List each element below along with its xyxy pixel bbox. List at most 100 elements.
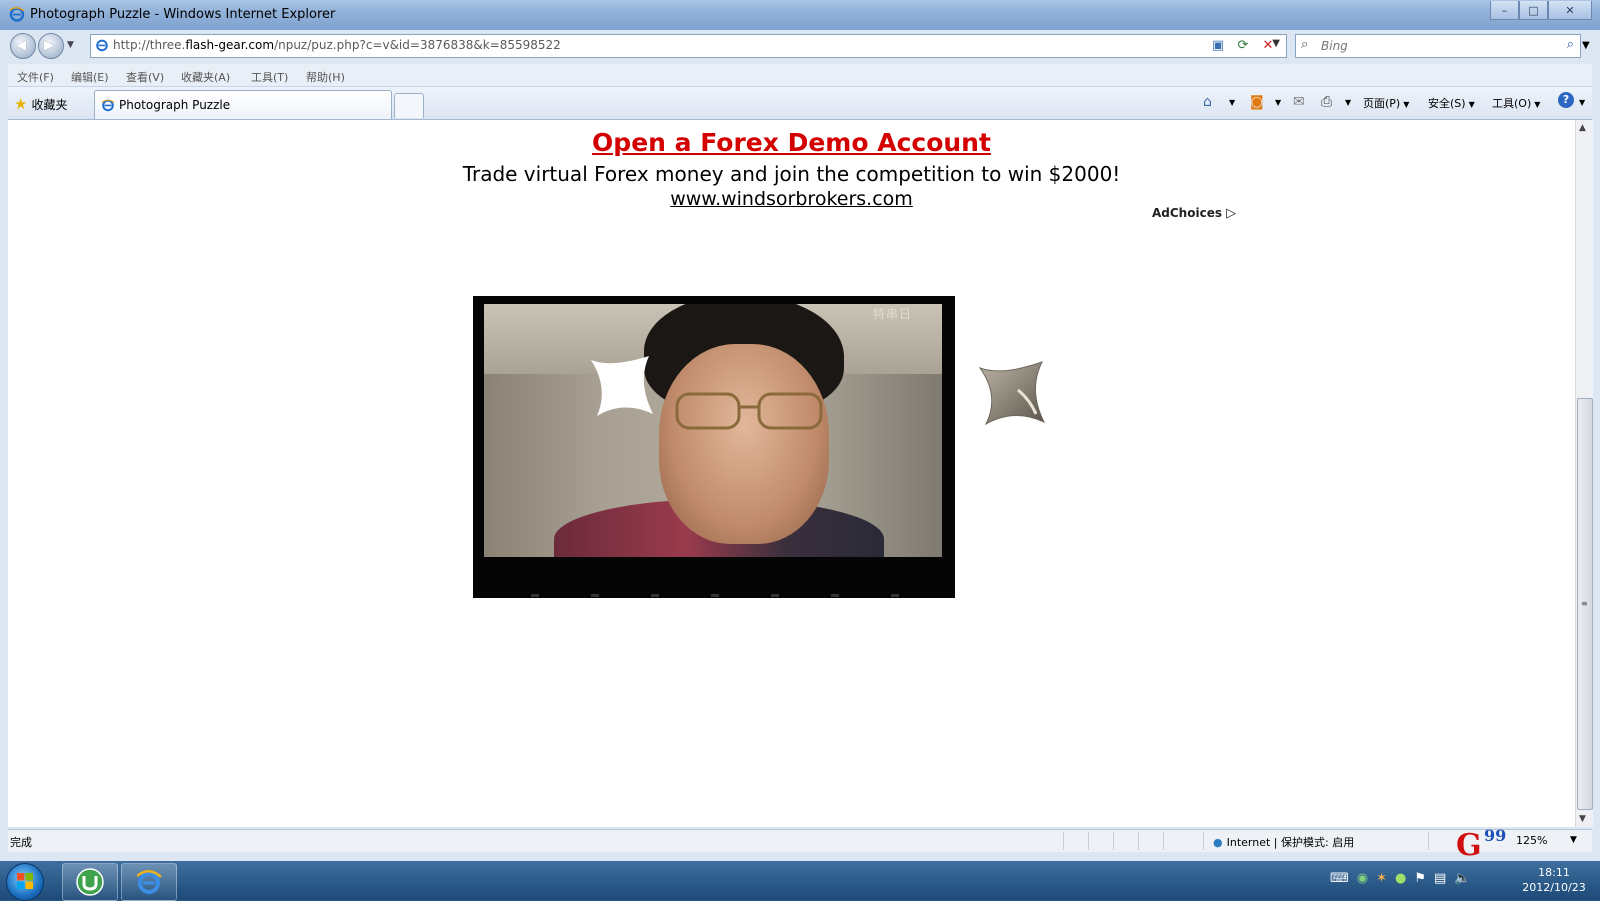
scroll-up-arrow-icon[interactable]: ▲ <box>1579 123 1586 133</box>
tray-app-icon[interactable]: ● <box>1395 871 1406 886</box>
url-prefix: http://three. <box>113 38 186 52</box>
status-bar: 完成 ● Internet | 保护模式: 启用 125% ▼ <box>8 829 1592 852</box>
tools-menu-button[interactable]: 工具(O) ▼ <box>1492 95 1540 111</box>
taskbar: ⌨ ◉ ✶ ● ⚑ ▤ 🔈 18:11 2012/10/23 <box>0 861 1600 901</box>
read-mail-icon[interactable]: ✉ <box>1293 94 1305 110</box>
tab-ie-icon <box>101 99 115 112</box>
network-icon[interactable]: ▤ <box>1434 871 1446 886</box>
zone-label: Internet | 保护模式: 启用 <box>1226 836 1355 849</box>
search-placeholder: Bing <box>1321 39 1348 53</box>
feeds-icon[interactable]: ◙ <box>1250 94 1264 110</box>
back-button[interactable]: ◀ <box>10 33 36 59</box>
ad-title-link[interactable]: Open a Forex Demo Account <box>8 128 1575 157</box>
puzzle-board[interactable]: 特串日 <box>473 296 955 598</box>
navigation-bar: ◀ ▶ ▼ http://three.flash-gear.com/npuz/p… <box>0 30 1600 62</box>
adchoices-icon: ▷ <box>1226 206 1237 221</box>
clock-time: 18:11 <box>1538 866 1570 879</box>
g99-logo: G 99 <box>1456 826 1506 863</box>
menu-favorites[interactable]: 收藏夹(A) <box>181 69 230 85</box>
search-provider-icon: ⌕ <box>1301 37 1309 52</box>
tab-photograph-puzzle[interactable]: Photograph Puzzle <box>94 90 392 119</box>
page-menu-button[interactable]: 页面(P) ▼ <box>1363 95 1409 111</box>
internet-explorer-icon <box>136 870 162 894</box>
logo-letter: G <box>1456 828 1482 863</box>
menu-help[interactable]: 帮助(H) <box>306 69 345 85</box>
search-go-icon[interactable]: ⌕ <box>1567 37 1574 52</box>
search-options-dropdown-icon[interactable]: ▼ <box>1582 40 1590 51</box>
status-separator <box>1138 832 1139 850</box>
forward-button[interactable]: ▶ <box>38 33 64 59</box>
tools-menu-label: 工具(O) <box>1492 97 1532 110</box>
status-text: 完成 <box>10 836 32 849</box>
globe-icon: ● <box>1213 836 1223 849</box>
minimize-button[interactable]: – <box>1490 1 1519 20</box>
refresh-icon[interactable]: ⟳ <box>1233 35 1253 55</box>
maximize-button[interactable]: □ <box>1519 1 1548 20</box>
ad-subtitle: Trade virtual Forex money and join the c… <box>462 162 1121 186</box>
page-ie-icon <box>96 39 108 52</box>
close-button[interactable]: ✕ <box>1548 1 1592 20</box>
puzzle-photo: 特串日 <box>484 304 942 557</box>
home-dropdown-icon[interactable]: ▼ <box>1226 95 1235 108</box>
address-url[interactable]: http://three.flash-gear.com/npuz/puz.php… <box>113 38 561 52</box>
antivirus-tray-icon[interactable]: ✶ <box>1376 871 1387 886</box>
new-tab-button[interactable] <box>394 93 424 118</box>
back-arrow-icon: ◀ <box>16 38 26 53</box>
print-icon[interactable]: ⎙ <box>1321 94 1332 110</box>
help-dropdown-icon[interactable]: ▼ <box>1576 95 1585 108</box>
print-dropdown-icon[interactable]: ▼ <box>1342 95 1351 108</box>
scrollbar-thumb[interactable]: ≡ <box>1577 398 1593 810</box>
stop-icon[interactable]: ✕ <box>1258 35 1278 55</box>
window-controls: – □ ✕ <box>1490 1 1592 20</box>
tab-command-bar: ★ 收藏夹 Photograph Puzzle ⌂ ▼ ◙ ▼ ✉ ⎙ ▼ 页面… <box>8 87 1592 120</box>
compatibility-view-icon[interactable]: ▣ <box>1208 35 1228 55</box>
safety-menu-button[interactable]: 安全(S) ▼ <box>1428 95 1475 111</box>
page-menu-chevron-icon: ▼ <box>1403 100 1410 109</box>
utorrent-icon <box>76 868 104 896</box>
status-separator <box>1113 832 1114 850</box>
favorites-label: 收藏夹 <box>31 97 68 112</box>
logo-number: 99 <box>1484 826 1507 845</box>
status-separator <box>1428 832 1429 850</box>
history-dropdown-icon[interactable]: ▼ <box>67 40 74 50</box>
menu-bar: 文件(F) 编辑(E) 查看(V) 收藏夹(A) 工具(T) 帮助(H) <box>8 64 1592 87</box>
utorrent-tray-icon[interactable]: ◉ <box>1357 871 1368 886</box>
taskbar-clock[interactable]: 18:11 2012/10/23 <box>1510 865 1598 895</box>
menu-tools[interactable]: 工具(T) <box>251 69 288 85</box>
menu-view[interactable]: 查看(V) <box>126 69 164 85</box>
ie-window: Photograph Puzzle - Windows Internet Exp… <box>0 0 1600 863</box>
taskbar-utorrent-button[interactable] <box>62 863 118 901</box>
photo-face <box>659 344 829 544</box>
search-box[interactable]: ⌕ Bing ⌕ <box>1295 34 1581 58</box>
page-content: Open a Forex Demo Account Trade virtual … <box>8 120 1575 827</box>
zoom-dropdown-icon[interactable]: ▼ <box>1570 835 1577 845</box>
adchoices-label: AdChoices <box>1152 206 1222 220</box>
security-zone[interactable]: ● Internet | 保护模式: 启用 <box>1213 834 1354 850</box>
puzzle-empty-slot <box>591 356 653 416</box>
vertical-scrollbar[interactable]: ▲ ≡ ▼ <box>1575 120 1593 827</box>
adchoices-link[interactable]: AdChoices ▷ <box>1152 206 1236 221</box>
taskbar-ie-button[interactable] <box>121 863 177 901</box>
scroll-down-arrow-icon[interactable]: ▼ <box>1579 814 1586 824</box>
home-icon[interactable]: ⌂ <box>1203 94 1212 110</box>
start-button[interactable] <box>6 863 44 901</box>
volume-icon[interactable]: 🔈 <box>1454 871 1470 886</box>
feeds-dropdown-icon[interactable]: ▼ <box>1272 95 1281 108</box>
url-path: /npuz/puz.php?c=v&id=3876838&k=85598522 <box>274 38 561 52</box>
ie-logo-icon <box>9 7 25 22</box>
menu-edit[interactable]: 编辑(E) <box>71 69 109 85</box>
film-strip-edge <box>531 594 899 597</box>
clock-date: 2012/10/23 <box>1522 881 1586 894</box>
address-bar[interactable]: http://three.flash-gear.com/npuz/puz.php… <box>90 34 1287 58</box>
safety-menu-chevron-icon: ▼ <box>1468 100 1475 109</box>
keyboard-icon[interactable]: ⌨ <box>1330 871 1349 886</box>
ad-url-link[interactable]: www.windsorbrokers.com <box>8 188 1575 210</box>
zoom-level[interactable]: 125% <box>1516 834 1547 847</box>
action-center-flag-icon[interactable]: ⚑ <box>1414 871 1426 886</box>
favorites-button[interactable]: ★ 收藏夹 <box>14 95 67 113</box>
help-icon[interactable]: ? <box>1558 92 1574 108</box>
forward-arrow-icon: ▶ <box>44 38 54 53</box>
menu-file[interactable]: 文件(F) <box>17 69 54 85</box>
tab-label: Photograph Puzzle <box>119 98 231 112</box>
puzzle-piece[interactable] <box>978 360 1046 426</box>
